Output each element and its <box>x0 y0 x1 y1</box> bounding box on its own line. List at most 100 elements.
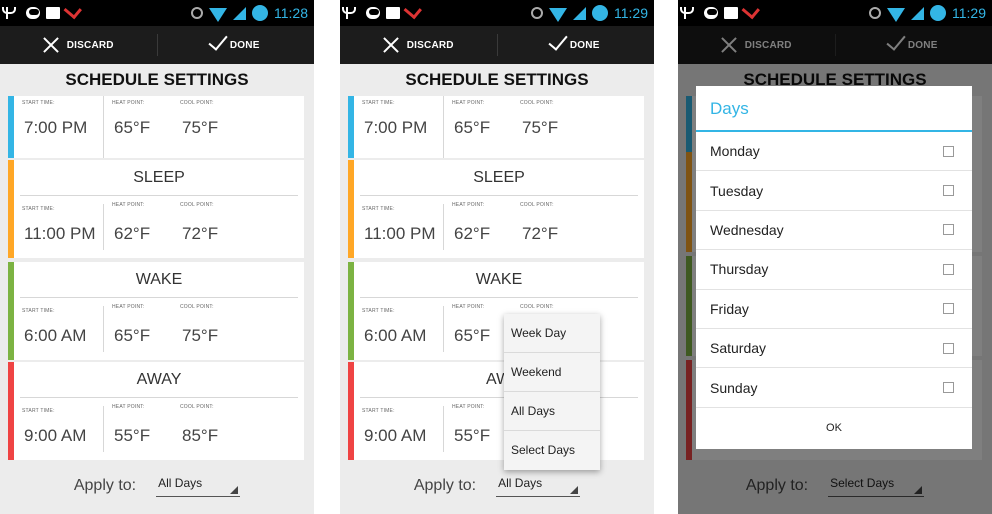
heat-point-value: 62°F <box>454 224 491 243</box>
usb-icon <box>680 7 698 19</box>
start-time-field[interactable]: START TIME: 11:00 PM <box>354 204 444 250</box>
option-week-day[interactable]: Week Day <box>504 314 600 353</box>
day-label: Friday <box>710 300 749 317</box>
battery-icon <box>592 5 608 21</box>
cool-point-label: COOL POINT: <box>180 100 214 106</box>
start-time-field[interactable]: START TIME: 9:00 AM <box>14 406 104 452</box>
apply-to-bar: Apply to: All Days <box>0 458 314 514</box>
heat-point-label: HEAT POINT: <box>112 404 145 410</box>
close-icon <box>383 37 399 53</box>
heat-point-field[interactable]: HEAT POINT: 55°F <box>444 398 512 460</box>
apply-to-bar: Apply to: All Days <box>340 458 654 514</box>
cool-point-field[interactable]: COOL POINT: 75°F <box>512 96 602 158</box>
cool-point-field[interactable]: COOL POINT: 72°F <box>172 196 262 258</box>
heat-point-value: 65°F <box>454 326 491 345</box>
start-time-value: 7:00 PM <box>24 118 88 137</box>
heat-point-field[interactable]: HEAT POINT: 55°F <box>104 398 172 460</box>
shopping-bag-icon <box>46 7 60 19</box>
signal-icon <box>233 6 246 20</box>
start-time-label: START TIME: <box>362 206 395 212</box>
schedule-card[interactable]: START TIME: 7:00 PM HEAT POINT: 65°F COO… <box>8 96 304 158</box>
day-item-thursday[interactable]: Thursday <box>696 250 972 290</box>
start-time-field[interactable]: START TIME: 7:00 PM <box>354 96 444 158</box>
schedule-card-sleep[interactable]: SLEEP START TIME: 11:00 PM HEAT POINT: 6… <box>348 160 644 258</box>
cool-point-field[interactable]: COOL POINT: 75°F <box>172 96 262 158</box>
cool-point-field[interactable]: COOL POINT: 72°F <box>512 196 602 258</box>
heat-point-value: 62°F <box>114 224 151 243</box>
start-time-field[interactable]: START TIME: 9:00 AM <box>354 406 444 452</box>
start-time-field[interactable]: START TIME: 11:00 PM <box>14 204 104 250</box>
start-time-value: 11:00 PM <box>364 224 436 243</box>
alarm-icon <box>191 7 203 19</box>
day-checkbox[interactable] <box>943 382 954 394</box>
heat-point-value: 55°F <box>114 426 151 445</box>
schedule-name: WAKE <box>360 262 638 298</box>
schedule-card-away[interactable]: AWAY START TIME: 9:00 AM HEAT POINT: 55°… <box>8 362 304 460</box>
apply-to-spinner[interactable]: All Days <box>496 475 581 497</box>
status-time: 11:29 <box>614 5 648 21</box>
check-notification-icon <box>403 1 422 20</box>
day-item-tuesday[interactable]: Tuesday <box>696 171 972 211</box>
start-time-field[interactable]: START TIME: 7:00 PM <box>14 96 104 158</box>
option-select-days[interactable]: Select Days <box>504 431 600 470</box>
start-time-value: 9:00 AM <box>364 426 427 445</box>
apply-to-spinner[interactable]: All Days <box>156 475 241 497</box>
schedule-card-sleep[interactable]: SLEEP START TIME: 11:00 PM HEAT POINT: 6… <box>8 160 304 258</box>
discard-button[interactable]: DISCARD <box>340 26 497 64</box>
day-label: Monday <box>710 143 760 160</box>
day-checkbox[interactable] <box>943 185 954 197</box>
day-label: Saturday <box>710 340 767 357</box>
start-time-value: 6:00 AM <box>364 326 427 345</box>
checkmark-icon <box>548 30 568 51</box>
wifi-icon <box>549 8 567 22</box>
cool-point-value: 72°F <box>522 224 559 243</box>
battery-icon <box>930 5 946 21</box>
day-item-friday[interactable]: Friday <box>696 290 972 329</box>
action-bar: DISCARD DONE <box>340 26 654 64</box>
ok-button[interactable]: OK <box>696 408 972 449</box>
heat-point-label: HEAT POINT: <box>452 202 485 208</box>
heat-point-label: HEAT POINT: <box>112 304 145 310</box>
day-label: Thursday <box>710 261 769 278</box>
done-button[interactable]: DONE <box>498 26 655 64</box>
day-checkbox[interactable] <box>943 342 954 354</box>
check-notification-icon <box>741 1 760 20</box>
cool-point-field[interactable]: COOL POINT: 75°F <box>172 298 262 360</box>
option-all-days[interactable]: All Days <box>504 392 600 431</box>
cool-point-label: COOL POINT: <box>520 100 554 106</box>
schedule-card[interactable]: START TIME: 7:00 PM HEAT POINT: 65°F COO… <box>348 96 644 158</box>
discard-button[interactable]: DISCARD <box>0 26 157 64</box>
option-weekend[interactable]: Weekend <box>504 353 600 392</box>
heat-point-field[interactable]: HEAT POINT: 62°F <box>104 196 172 258</box>
heat-point-field[interactable]: HEAT POINT: 65°F <box>444 298 512 360</box>
usb-icon <box>342 7 360 19</box>
start-time-value: 11:00 PM <box>24 224 96 243</box>
start-time-field[interactable]: START TIME: 6:00 AM <box>354 306 444 352</box>
screen-schedule-settings-days-dialog: 11:29 DISCARD DONE SCHEDULE SETTINGS App… <box>678 0 992 514</box>
start-time-value: 9:00 AM <box>24 426 87 445</box>
start-time-field[interactable]: START TIME: 6:00 AM <box>14 306 104 352</box>
cool-point-field[interactable]: COOL POINT: 85°F <box>172 398 262 460</box>
done-button[interactable]: DONE <box>158 26 315 64</box>
day-checkbox[interactable] <box>943 303 954 315</box>
day-item-sunday[interactable]: Sunday <box>696 368 972 408</box>
day-checkbox[interactable] <box>943 145 954 157</box>
day-checkbox[interactable] <box>943 224 954 236</box>
cool-point-value: 75°F <box>182 326 219 345</box>
day-item-monday[interactable]: Monday <box>696 132 972 172</box>
schedule-name: AWAY <box>20 362 298 398</box>
start-time-label: START TIME: <box>22 308 55 314</box>
heat-point-field[interactable]: HEAT POINT: 65°F <box>444 96 512 158</box>
heat-point-field[interactable]: HEAT POINT: 65°F <box>104 96 172 158</box>
schedule-card-wake[interactable]: WAKE START TIME: 6:00 AM HEAT POINT: 65°… <box>8 262 304 360</box>
day-item-saturday[interactable]: Saturday <box>696 329 972 369</box>
spinner-arrow-icon <box>230 486 239 494</box>
heat-point-field[interactable]: HEAT POINT: 65°F <box>104 298 172 360</box>
heat-point-field[interactable]: HEAT POINT: 62°F <box>444 196 512 258</box>
day-checkbox[interactable] <box>943 263 954 275</box>
day-item-wednesday[interactable]: Wednesday <box>696 211 972 251</box>
signal-icon <box>911 6 924 20</box>
cool-point-label: COOL POINT: <box>180 404 214 410</box>
dialog-title: Days <box>696 86 972 132</box>
heat-point-label: HEAT POINT: <box>112 202 145 208</box>
